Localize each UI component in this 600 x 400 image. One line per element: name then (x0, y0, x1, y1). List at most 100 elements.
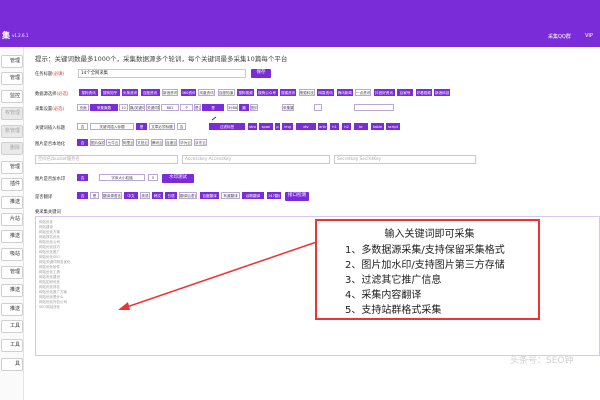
sidebar-item[interactable]: 推送 (1, 196, 23, 209)
option-chip[interactable]: 搜狗资讯 (79, 89, 98, 96)
option-chip[interactable]: strong (248, 123, 257, 130)
option-chip[interactable]: 百家号 (397, 89, 413, 96)
option-chip[interactable]: 搜狐资讯 (280, 89, 296, 96)
option-chip[interactable]: img (282, 123, 293, 130)
sidebar-item[interactable]: 吸站 (1, 248, 23, 261)
option-chip[interactable]: 否 (77, 139, 88, 146)
option-chip[interactable]: 图片数量 (250, 104, 258, 111)
sidebar-item[interactable]: 删除 (1, 142, 23, 155)
option-chip[interactable]: 抖音好资讯 (373, 89, 395, 96)
option-chip[interactable]: 搜狗知乎 (100, 89, 120, 96)
sidebar-item[interactable]: 插件 (1, 178, 23, 191)
option-chip[interactable]: 搜狐科技 (298, 89, 315, 96)
option-chip[interactable]: 搜狗视频 (237, 89, 254, 96)
sidebar-item[interactable]: 权管理 (1, 107, 23, 120)
option-chip[interactable]: div (296, 123, 316, 130)
option-chip[interactable]: h1 (330, 123, 339, 130)
sidebar-item[interactable]: 账管理 (1, 125, 23, 138)
option-chip[interactable]: 字体大小粒值 (99, 174, 145, 181)
option-chip[interactable]: 华为云 (179, 139, 192, 146)
option-chip[interactable]: 否 (177, 123, 186, 130)
save-button[interactable]: 保存 (251, 69, 271, 78)
option-chip[interactable]: 有道翻译 (221, 192, 240, 199)
option-chip[interactable]: 百度资讯 (140, 89, 160, 96)
task-name-input[interactable]: 14个全网采集 (78, 69, 246, 78)
sidebar-item[interactable]: 工具 (1, 320, 23, 333)
option-chip[interactable]: 韩文 (152, 192, 163, 199)
option-chip[interactable]: table (371, 123, 384, 130)
sidebar-item[interactable]: 监控 (1, 90, 23, 103)
secretkey-input[interactable]: Secretkey SecretKey (334, 155, 476, 164)
option-chip[interactable]: 关键词插入标题 (90, 123, 134, 130)
option-chip[interactable]: 文章必须标题 (149, 123, 175, 130)
option-chip[interactable]: 头条资讯 (122, 89, 138, 96)
option-chip[interactable]: 好看视频 (415, 89, 432, 96)
option-chip[interactable]: span (259, 123, 273, 130)
option-chip[interactable]: 881 (161, 104, 179, 111)
option-chip[interactable]: script (386, 123, 400, 130)
vip-link[interactable]: VIP (585, 33, 593, 39)
sidebar-item[interactable]: 推送 (1, 230, 23, 243)
option-chip[interactable]: br (354, 123, 368, 130)
option-chip[interactable]: article (318, 123, 327, 130)
option-chip[interactable]: 日语 (165, 192, 177, 199)
option-chip[interactable]: 图片保存 (90, 139, 105, 146)
option-chip[interactable]: 3988 (227, 104, 238, 111)
option-chip[interactable]: 英语 (140, 192, 150, 199)
sidebar-item[interactable]: 具 (1, 358, 23, 371)
sidebar-item[interactable]: 管理 (1, 72, 23, 85)
option-chip[interactable]: 页面 (77, 104, 89, 111)
option-chip[interactable]: 谷歌翻译 (242, 192, 264, 199)
api-check-button[interactable]: 接口检测 (285, 192, 309, 201)
option-chip[interactable]: 360资讯 (180, 89, 196, 96)
qq-group-link[interactable]: 采集QQ群 (548, 33, 571, 40)
option-chip[interactable]: 一点资讯 (355, 89, 371, 96)
option-chip[interactable]: 否 (77, 174, 88, 181)
sidebar-item[interactable]: 管理 (1, 55, 23, 68)
option-chip[interactable]: 是 (202, 104, 224, 111)
sidebar-item[interactable]: 工具 (1, 339, 23, 352)
option-chip[interactable]: 个 (180, 104, 193, 111)
option-chip[interactable]: 关键词数 (146, 104, 160, 111)
option-chip[interactable]: 中文 (124, 192, 138, 199)
option-chip[interactable]: 篇/关键词 (129, 104, 145, 111)
option-chip[interactable]: 七牛云 (106, 139, 120, 146)
option-chip[interactable]: 新浪资讯 (162, 89, 178, 96)
option-chip[interactable]: 凤凰资讯 (198, 89, 215, 96)
option-chip[interactable]: 采集篇数 (282, 104, 294, 111)
option-chip[interactable]: 腾讯云 (151, 139, 163, 146)
bucket-input[interactable]: 空间名/bucket服务名 (35, 155, 178, 164)
option-chip[interactable]: 147翻译 (267, 192, 281, 199)
sidebar-item[interactable]: 片站 (1, 213, 23, 226)
sidebar-item[interactable]: 推送 (1, 303, 23, 316)
option-chip[interactable]: h2 (342, 123, 351, 130)
option-chip[interactable]: 10 (119, 104, 128, 111)
option-chip[interactable]: 百度云 (165, 139, 177, 146)
option-chip[interactable]: 阿里云 (122, 139, 134, 146)
sidebar-item[interactable]: 管理 (1, 161, 23, 174)
option-chip[interactable]: 5 (148, 174, 158, 181)
option-chip[interactable]: 又拍云 (136, 139, 149, 146)
option-chip[interactable]: 搜狗公众号 (256, 89, 278, 96)
option-chip[interactable]: 采集篇数 (90, 104, 118, 111)
option-chip[interactable]: 过滤标签 (209, 123, 245, 130)
option-chip[interactable]: 网易资讯 (317, 89, 334, 96)
option-chip[interactable]: 翻译源语言 (102, 192, 122, 199)
option-chip[interactable]: 否 (77, 123, 88, 130)
option-chip[interactable]: 百度知道 (217, 89, 235, 96)
option-chip[interactable]: 是 (90, 192, 99, 199)
option-chip[interactable]: p (275, 123, 280, 130)
option-chip[interactable]: 腾讯新闻 (336, 89, 353, 96)
option-chip[interactable]: 京东云 (194, 139, 207, 146)
option-chip[interactable]: 篇 (239, 104, 249, 111)
sidebar-item[interactable]: 管理 (1, 266, 23, 279)
option-chip[interactable]: 是 (136, 123, 147, 130)
option-chip[interactable] (314, 104, 322, 111)
option-chip[interactable]: 是否伪原创 (194, 104, 201, 111)
option-chip[interactable]: 翻译后语言 (179, 192, 197, 199)
option-chip[interactable]: 新浪科技 (434, 89, 450, 96)
watermark-test-button[interactable]: 水印测试 (162, 174, 194, 183)
option-chip[interactable]: 百度翻译 (200, 192, 219, 199)
option-chip[interactable]: 否 (77, 192, 88, 199)
accesskey-input[interactable]: Accesskey AccessKey (182, 155, 330, 164)
